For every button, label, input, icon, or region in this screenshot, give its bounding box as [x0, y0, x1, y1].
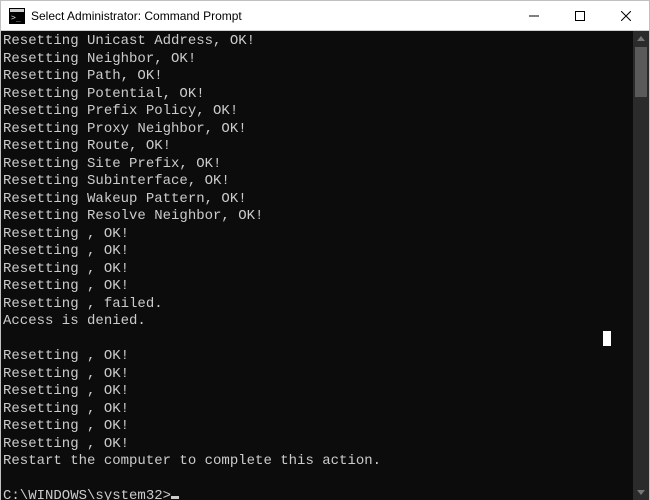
console-line: Resetting Potential, OK!	[3, 86, 629, 104]
maximize-button[interactable]	[557, 1, 603, 31]
console-line: Resetting Unicast Address, OK!	[3, 33, 629, 51]
input-cursor	[171, 496, 179, 499]
console-line: Resetting , OK!	[3, 418, 629, 436]
console-line: Resetting Site Prefix, OK!	[3, 156, 629, 174]
console-line: Resetting , OK!	[3, 401, 629, 419]
console-line: Resetting Proxy Neighbor, OK!	[3, 121, 629, 139]
console-line: Resetting Neighbor, OK!	[3, 51, 629, 69]
console-line: Resetting Wakeup Pattern, OK!	[3, 191, 629, 209]
console-line: Resetting , failed.	[3, 296, 629, 314]
console-line: Resetting , OK!	[3, 383, 629, 401]
console-line: Resetting , OK!	[3, 348, 629, 366]
console-line: Resetting , OK!	[3, 366, 629, 384]
close-button[interactable]	[603, 1, 649, 31]
console-line: Access is denied.	[3, 313, 629, 331]
console-line: Resetting Path, OK!	[3, 68, 629, 86]
console-line: Resetting Subinterface, OK!	[3, 173, 629, 191]
prompt-line[interactable]: C:\WINDOWS\system32>	[3, 488, 629, 500]
console-line: Resetting , OK!	[3, 243, 629, 261]
console-line: Resetting Route, OK!	[3, 138, 629, 156]
cmd-icon: >_	[9, 8, 25, 24]
selection-cursor	[603, 331, 611, 346]
console-line	[3, 471, 629, 489]
minimize-button[interactable]	[511, 1, 557, 31]
console-output[interactable]: Resetting Unicast Address, OK!Resetting …	[1, 31, 633, 500]
console-line: Resetting , OK!	[3, 436, 629, 454]
console-line: Resetting , OK!	[3, 226, 629, 244]
window-title: Select Administrator: Command Prompt	[31, 9, 242, 23]
console-line: Restart the computer to complete this ac…	[3, 453, 629, 471]
console-line: Resetting , OK!	[3, 261, 629, 279]
console-line: Resetting , OK!	[3, 278, 629, 296]
console-line	[3, 331, 629, 349]
console-area[interactable]: Resetting Unicast Address, OK!Resetting …	[1, 31, 649, 500]
console-line: Resetting Prefix Policy, OK!	[3, 103, 629, 121]
scroll-thumb[interactable]	[635, 47, 647, 97]
console-line: Resetting Resolve Neighbor, OK!	[3, 208, 629, 226]
scrollbar-vertical[interactable]	[633, 31, 649, 500]
svg-text:>_: >_	[11, 13, 21, 22]
titlebar[interactable]: >_ Select Administrator: Command Prompt	[1, 1, 649, 31]
